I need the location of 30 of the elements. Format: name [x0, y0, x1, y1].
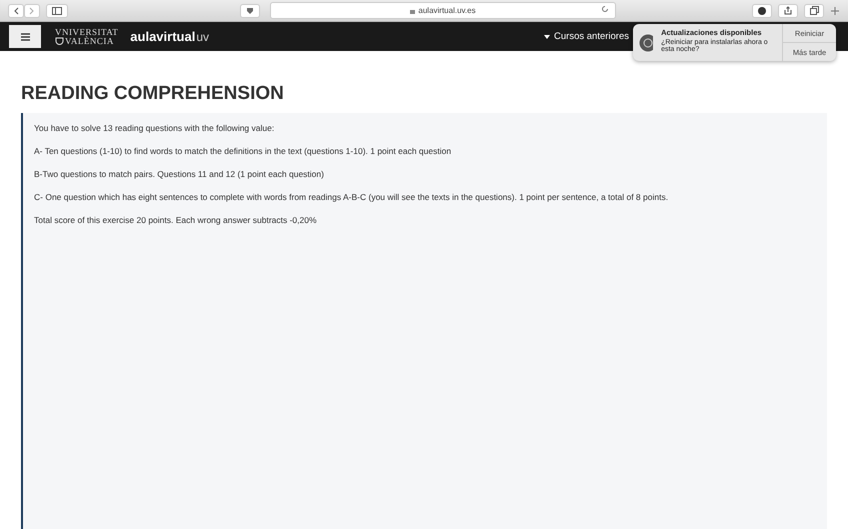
shield-button[interactable]	[240, 4, 260, 18]
caret-icon	[544, 34, 550, 38]
paragraph: You have to solve 13 reading questions with the following value:	[34, 123, 276, 133]
tabs-button[interactable]	[804, 4, 824, 18]
download-icon	[758, 6, 766, 14]
new-tab-icon[interactable]	[830, 6, 840, 16]
shield-icon	[247, 7, 253, 14]
address-field[interactable]: aulavirtual.uv.es	[270, 2, 616, 19]
logo-text: VALÈNCIA	[65, 36, 114, 46]
sidebar-button[interactable]	[46, 4, 68, 18]
courses-menu[interactable]: Cursos anteriores	[544, 31, 629, 42]
download-button[interactable]	[752, 4, 772, 18]
chevron-left-icon	[13, 6, 19, 14]
paragraph: Total score of this exercise 20 points. Each wrong answer subtracts -0,20%	[34, 215, 318, 225]
reload-icon[interactable]	[601, 5, 609, 13]
paragraph: B-Two questions to match pairs. Questions 11 and 12 (1 point each question)	[34, 169, 325, 179]
sidebar-icon	[52, 6, 62, 14]
share-icon	[784, 6, 792, 15]
brand-logo[interactable]: aulavirtual uv	[126, 28, 209, 46]
logo-text: VNIVERSITAT	[55, 28, 118, 36]
tabs-icon	[810, 6, 818, 15]
share-button[interactable]	[778, 4, 798, 18]
paragraph: A- Ten questions (1-10) to find words to match the definitions in the text (questions 1-10). 1 point each question	[34, 146, 452, 156]
back-button[interactable]	[8, 4, 24, 18]
paragraph: C- One question which has eight sentences to complete with words from readings A-B-C (you will see the texts in the questions). 1 point per sentence, a total of 8 points.	[34, 192, 670, 202]
menu-icon	[20, 32, 30, 40]
page-heading: READING COMPREHENSION	[21, 83, 285, 105]
crest-icon	[55, 37, 64, 45]
chevron-right-icon	[29, 6, 35, 14]
menu-button[interactable]	[9, 25, 41, 48]
